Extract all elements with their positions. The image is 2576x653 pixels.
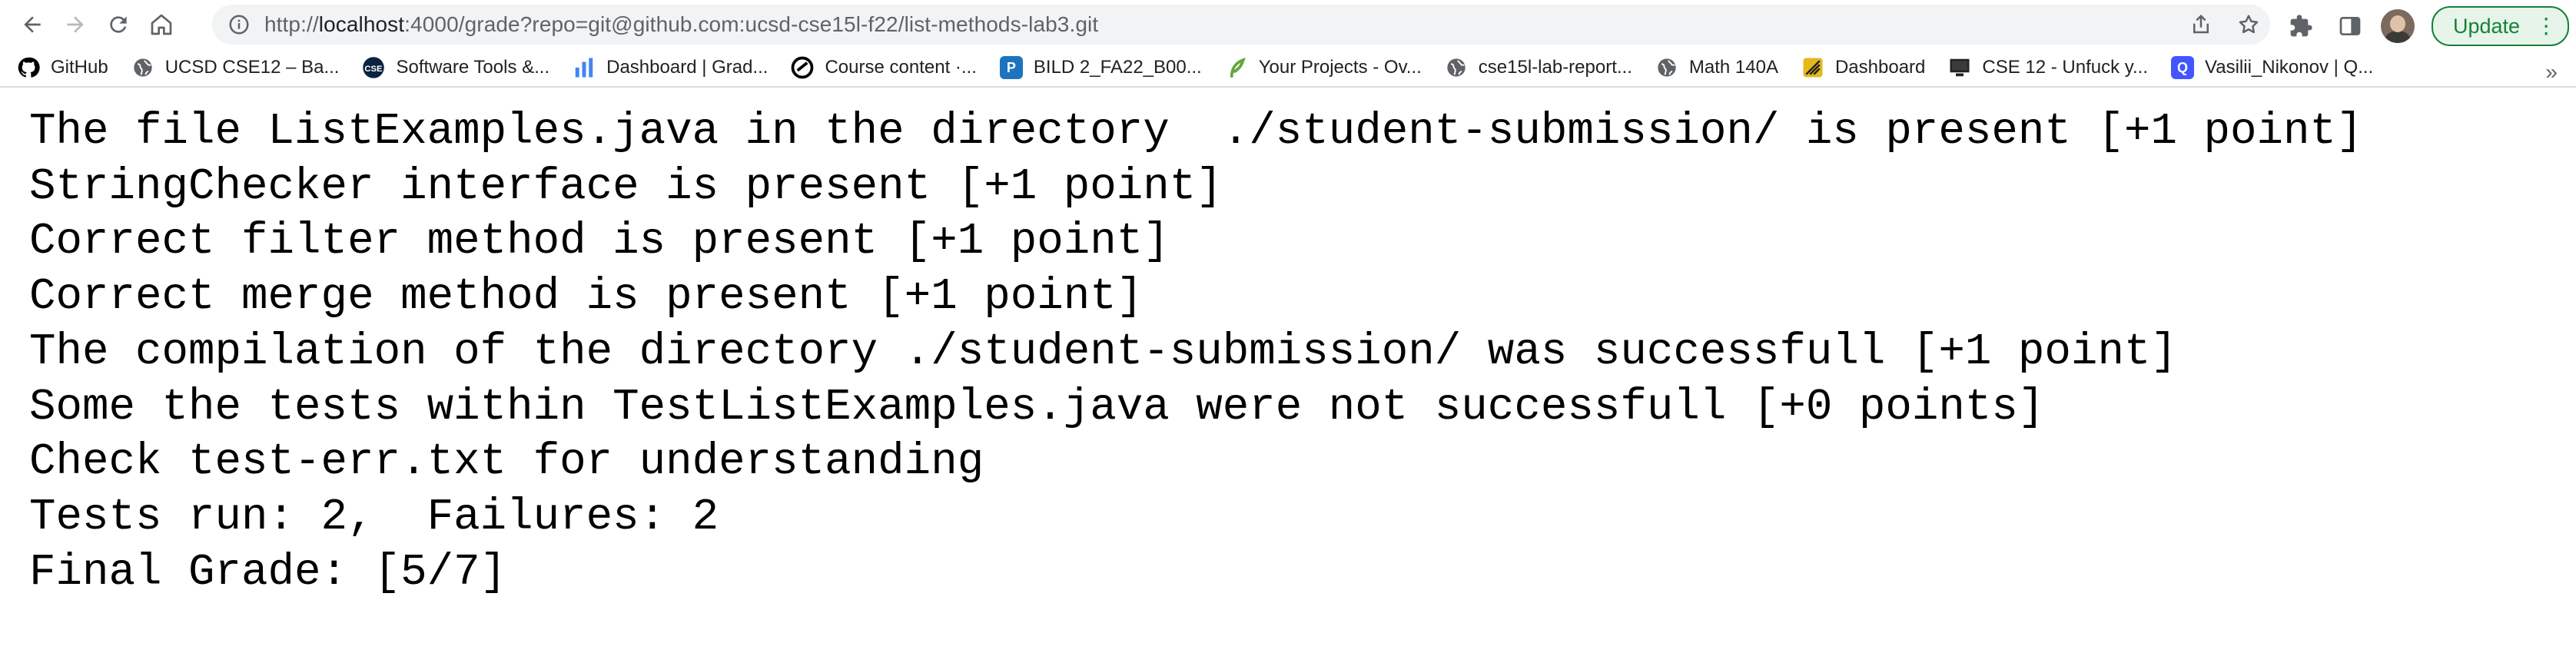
- bookmark-label: Software Tools &...: [396, 57, 550, 78]
- site-info-icon[interactable]: [226, 12, 252, 38]
- page-content: The file ListExamples.java in the direct…: [0, 88, 2576, 600]
- software-tools-icon: CSE: [362, 56, 385, 79]
- bookmark-item[interactable]: Your Projects - Ov...: [1225, 56, 1422, 79]
- course-icon: [791, 56, 814, 79]
- bookmark-label: BILD 2_FA22_B00...: [1033, 57, 1202, 78]
- p-icon: P: [999, 56, 1023, 79]
- bookmark-item[interactable]: Dashboard | Grad...: [573, 56, 768, 79]
- bookmark-label: Course content ·...: [825, 57, 977, 78]
- bookmark-item[interactable]: GitHub: [17, 56, 108, 79]
- browser-toolbar: http://localhost:4000/grade?repo=git@git…: [0, 0, 2576, 49]
- home-icon: [151, 14, 172, 35]
- url-path: :4000/grade?repo=git@github.com:ucsd-cse…: [404, 12, 1099, 36]
- grade-output-line: Correct merge method is present [+1 poin…: [29, 272, 1144, 323]
- bookmark-label: UCSD CSE12 – Ba...: [164, 57, 340, 78]
- bookmark-item[interactable]: UCSD CSE12 – Ba...: [131, 56, 340, 79]
- globe-icon: [1655, 56, 1678, 79]
- bookmark-item[interactable]: P BILD 2_FA22_B00...: [999, 56, 1202, 79]
- profile-avatar[interactable]: [2381, 9, 2415, 43]
- bookmarks-overflow-icon[interactable]: »: [2545, 60, 2558, 85]
- reload-icon: [110, 16, 127, 33]
- bookmark-item[interactable]: Q Vasilii_Nikonov | Q...: [2171, 56, 2373, 79]
- grade-output-line: Correct filter method is present [+1 poi…: [29, 217, 1170, 267]
- home-button[interactable]: [144, 8, 178, 41]
- grade-output-line: The file ListExamples.java in the direct…: [29, 107, 2363, 157]
- bookmarks-bar: GitHub UCSD CSE12 – Ba... CSE Software Tool…: [0, 49, 2576, 88]
- bookmark-label: GitHub: [51, 57, 108, 78]
- quizlet-icon: Q: [2171, 56, 2195, 79]
- side-panel-icon[interactable]: [2332, 8, 2369, 45]
- grade-output-line: Final Grade: [5/7]: [29, 547, 507, 598]
- grade-output-line: The compilation of the directory ./stude…: [29, 326, 2177, 377]
- bookmark-star-icon[interactable]: [2233, 9, 2264, 40]
- forward-arrow-icon: [67, 16, 84, 33]
- back-arrow-icon: [24, 16, 41, 33]
- bookmark-label: cse15l-lab-report...: [1478, 57, 1632, 78]
- kebab-menu-icon: ⋮: [2535, 14, 2558, 38]
- globe-icon: [1445, 56, 1468, 79]
- github-icon: [17, 56, 40, 79]
- forward-button[interactable]: [58, 8, 92, 41]
- canvas-dashboard-icon: [1801, 56, 1824, 79]
- grade-output-line: Some the tests within TestListExamples.j…: [29, 382, 2045, 433]
- bookmark-item[interactable]: Dashboard: [1801, 56, 1925, 79]
- bookmark-label: Vasilii_Nikonov | Q...: [2205, 57, 2374, 78]
- bookmark-item[interactable]: cse15l-lab-report...: [1445, 56, 1632, 79]
- update-label: Update: [2453, 14, 2521, 38]
- bookmark-item[interactable]: CSE Software Tools &...: [362, 56, 549, 79]
- globe-icon: [131, 56, 154, 79]
- grade-output-line: Tests run: 2, Failures: 2: [29, 492, 719, 542]
- bookmark-label: Dashboard: [1834, 57, 1926, 78]
- leaf-icon: [1225, 56, 1248, 79]
- update-button[interactable]: Update ⋮: [2432, 6, 2570, 46]
- svg-text:CSE: CSE: [365, 65, 383, 74]
- reload-button[interactable]: [101, 8, 135, 41]
- bookmark-label: Dashboard | Grad...: [606, 57, 768, 78]
- bookmark-label: Your Projects - Ov...: [1258, 57, 1422, 78]
- grade-output-line: Check test-err.txt for understanding: [29, 437, 984, 488]
- url-text[interactable]: http://localhost:4000/grade?repo=git@git…: [264, 12, 1098, 37]
- bookmark-item[interactable]: Math 140A: [1655, 56, 1778, 79]
- bookmark-label: Math 140A: [1688, 57, 1778, 78]
- grade-output-line: StringChecker interface is present [+1 p…: [29, 161, 1223, 212]
- bar-chart-icon: [573, 56, 596, 79]
- bookmark-item[interactable]: CSE 12 - Unfuck y...: [1948, 56, 2148, 79]
- monitor-icon: [1948, 56, 1971, 79]
- bookmark-item[interactable]: Course content ·...: [791, 56, 977, 79]
- bookmark-label: CSE 12 - Unfuck y...: [1982, 57, 2149, 78]
- back-button[interactable]: [15, 8, 49, 41]
- share-icon[interactable]: [2186, 9, 2216, 40]
- extensions-puzzle-icon[interactable]: [2282, 8, 2319, 45]
- address-bar[interactable]: http://localhost:4000/grade?repo=git@git…: [212, 5, 2270, 45]
- url-host: localhost: [318, 12, 405, 36]
- url-scheme: http://: [264, 12, 319, 36]
